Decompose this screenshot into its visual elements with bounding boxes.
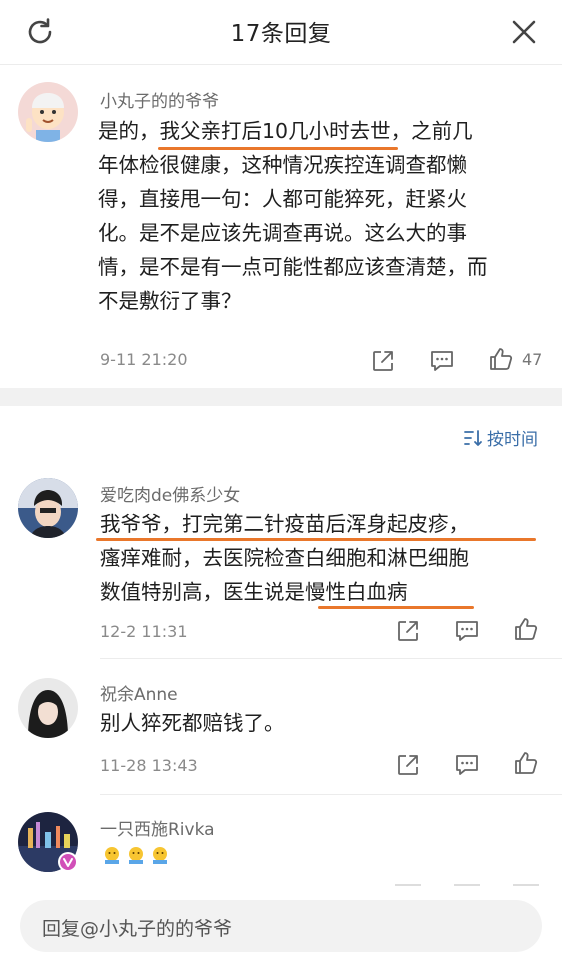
username[interactable]: 爱吃肉de佛系少女 [100,481,240,506]
comment-line: 我爷爷，打完第二针疫苗后浑身起皮疹， [100,512,469,536]
row-divider [100,794,562,795]
header-bar: 17条回复 [0,0,562,65]
avatar[interactable] [18,478,78,538]
avatar[interactable] [18,82,78,142]
close-icon[interactable] [508,16,540,48]
section-divider [0,388,562,406]
comment-text: 是的，我父亲打后10几小时去世，之前几 年体检很健康，这种情况疾控连调查都懒 得… [98,114,488,318]
sort-by-time-button[interactable]: 按时间 [463,425,538,450]
reply-input-placeholder: 回复@小丸子的的爷爷 [42,918,233,940]
emoji-icon [126,846,146,866]
comment-line: 得，直接甩一句：人都可能猝死，赶紧火 [98,187,467,211]
share-icon[interactable] [395,618,421,644]
verified-badge-icon [58,852,78,872]
sort-label: 按时间 [487,430,538,450]
comment-icon[interactable] [454,884,480,896]
comment-text: 别人猝死都赔钱了。 [100,706,285,740]
comment-line: 化。是不是应该先调查再说。这么大的事 [98,221,467,245]
like-icon[interactable] [513,616,539,642]
comment-line: 情，是不是有一点可能性都应该查清楚，而 [98,255,488,279]
like-icon[interactable] [513,750,539,776]
reply-input[interactable]: 回复@小丸子的的爷爷 [20,900,542,952]
comment-line: 数值特别高，医生说是慢性白血病 [100,580,408,604]
username[interactable]: 小丸子的的爷爷 [100,87,219,112]
like-count: 47 [522,350,543,369]
share-icon[interactable] [370,348,396,374]
sort-icon [464,429,482,446]
comment-line: 别人猝死都赔钱了。 [100,711,285,735]
avatar[interactable] [18,678,78,738]
highlight-underline [318,606,474,609]
comment-icon[interactable] [454,618,480,644]
share-icon[interactable] [395,884,421,896]
username[interactable]: 一只西施Rivka [100,815,215,840]
share-icon[interactable] [395,752,421,778]
emoji-icon [102,846,122,866]
like-icon[interactable] [513,884,539,896]
highlight-underline [96,538,536,541]
comment-line: 不是敷衍了事？ [98,289,242,313]
comment-icon[interactable] [429,348,455,374]
timestamp: 9-11 21:20 [100,350,188,369]
row-divider [100,658,562,659]
timestamp: 11-28 13:43 [100,756,198,775]
username[interactable]: 祝余Anne [100,680,178,705]
comment-icon[interactable] [454,752,480,778]
emoji-icon [150,846,170,866]
comment-line: 年体检很健康，这种情况疾控连调查都懒 [98,153,467,177]
like-icon[interactable] [488,346,514,372]
highlight-underline [158,147,398,150]
comment-line: 瘙痒难耐，去医院检查白细胞和淋巴细胞 [100,546,469,570]
comment-line: 是的，我父亲打后10几小时去世，之前几 [98,119,473,143]
page-title: 17条回复 [230,21,332,47]
timestamp: 12-2 11:31 [100,622,188,641]
comment-text: 我爷爷，打完第二针疫苗后浑身起皮疹， 瘙痒难耐，去医院检查白细胞和淋巴细胞 数值… [100,507,469,609]
